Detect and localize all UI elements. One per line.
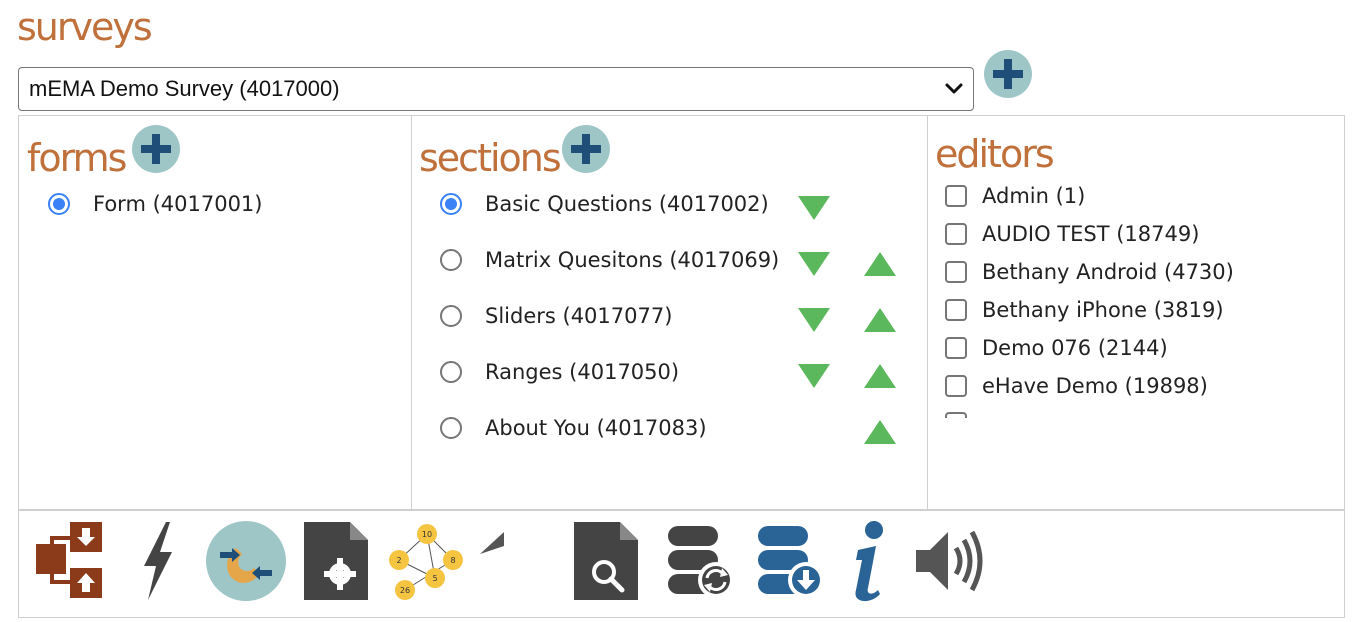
plus-icon bbox=[571, 134, 601, 164]
move-up-icon[interactable] bbox=[862, 361, 898, 391]
add-form-button[interactable] bbox=[132, 125, 180, 173]
editor-item-label: Admin (1) bbox=[982, 184, 1086, 208]
lightning-button[interactable] bbox=[120, 518, 200, 604]
section-radio[interactable] bbox=[440, 361, 462, 383]
section-radio[interactable] bbox=[440, 417, 462, 439]
editors-heading: editors bbox=[935, 132, 1055, 176]
editor-checkbox[interactable] bbox=[945, 375, 967, 397]
editor-item[interactable]: eHave Demo (19898) bbox=[945, 374, 1208, 398]
editor-checkbox[interactable] bbox=[945, 337, 967, 359]
database-sync-button[interactable] bbox=[662, 518, 742, 604]
editor-checkbox[interactable] bbox=[945, 412, 967, 418]
section-item[interactable]: Matrix Quesitons (4017069) bbox=[440, 248, 779, 272]
undo-icon bbox=[480, 532, 504, 554]
surveys-heading: surveys bbox=[17, 5, 153, 49]
move-down-icon[interactable] bbox=[796, 193, 832, 223]
document-settings-icon bbox=[304, 522, 368, 600]
move-up-icon[interactable] bbox=[862, 305, 898, 335]
editor-checkbox[interactable] bbox=[945, 223, 967, 245]
survey-select[interactable]: mEMA Demo Survey (4017000) bbox=[18, 67, 974, 111]
phone-transfer-icon bbox=[206, 521, 286, 601]
section-item-label: Matrix Quesitons (4017069) bbox=[485, 248, 780, 272]
add-section-button[interactable] bbox=[562, 125, 610, 173]
form-item[interactable]: Form (4017001) bbox=[48, 192, 263, 216]
speaker-icon bbox=[916, 530, 983, 592]
editor-item-label: AUDIO TEST (18749) bbox=[982, 222, 1200, 246]
editor-item-label: Bethany Android (4730) bbox=[982, 260, 1234, 284]
section-item[interactable]: Sliders (4017077) bbox=[440, 304, 672, 328]
speaker-button[interactable] bbox=[912, 518, 992, 604]
move-down-icon[interactable] bbox=[796, 361, 832, 391]
database-download-button[interactable] bbox=[752, 518, 832, 604]
move-down-icon[interactable] bbox=[796, 249, 832, 279]
section-item-label: Basic Questions (4017002) bbox=[485, 192, 769, 216]
plus-icon bbox=[141, 134, 171, 164]
network-label: 2 bbox=[396, 556, 401, 565]
editor-item[interactable]: Admin (1) bbox=[945, 184, 1085, 208]
editor-item-label: Demo 076 (2144) bbox=[982, 336, 1168, 360]
branching-network-icon: 10 2 8 5 26 bbox=[389, 524, 463, 600]
editor-item[interactable]: Demo 076 (2144) bbox=[945, 336, 1168, 360]
info-icon bbox=[855, 521, 883, 602]
section-item[interactable]: Ranges (4017050) bbox=[440, 360, 679, 384]
editor-item-label: eHave Demo (19898) bbox=[982, 374, 1208, 398]
database-download-icon bbox=[758, 526, 824, 598]
section-radio[interactable] bbox=[440, 249, 462, 271]
editor-item[interactable]: Bethany Android (4730) bbox=[945, 260, 1234, 284]
plus-icon bbox=[993, 59, 1023, 89]
section-item-label: Ranges (4017050) bbox=[485, 360, 680, 384]
editor-item[interactable]: AUDIO TEST (18749) bbox=[945, 222, 1199, 246]
section-item[interactable]: About You (4017083) bbox=[440, 416, 707, 440]
network-label: 5 bbox=[432, 574, 437, 583]
editors-list[interactable]: Admin (1) AUDIO TEST (18749) Bethany And… bbox=[943, 180, 1323, 418]
database-sync-icon bbox=[668, 526, 734, 598]
section-item[interactable]: Basic Questions (4017002) bbox=[440, 192, 769, 216]
document-settings-button[interactable] bbox=[300, 518, 380, 604]
section-item-label: Sliders (4017077) bbox=[485, 304, 673, 328]
undo-button[interactable] bbox=[476, 518, 556, 604]
move-down-icon[interactable] bbox=[796, 305, 832, 335]
editor-checkbox[interactable] bbox=[945, 185, 967, 207]
add-survey-button[interactable] bbox=[984, 50, 1032, 98]
chevron-down-icon bbox=[945, 83, 963, 94]
info-button[interactable] bbox=[830, 518, 910, 604]
branching-network-button[interactable]: 10 2 8 5 26 bbox=[385, 518, 465, 604]
section-radio[interactable] bbox=[440, 305, 462, 327]
form-item-label: Form (4017001) bbox=[93, 192, 263, 216]
document-search-icon bbox=[574, 522, 638, 600]
phone-transfer-button[interactable] bbox=[206, 518, 286, 604]
editor-item[interactable] bbox=[945, 412, 967, 418]
editor-checkbox[interactable] bbox=[945, 299, 967, 321]
move-up-icon[interactable] bbox=[862, 417, 898, 447]
forms-heading: forms bbox=[27, 136, 127, 180]
form-radio[interactable] bbox=[48, 193, 70, 215]
lightning-icon bbox=[144, 522, 172, 600]
import-export-button[interactable] bbox=[30, 518, 110, 604]
document-search-button[interactable] bbox=[570, 518, 650, 604]
editor-item-label: Bethany iPhone (3819) bbox=[982, 298, 1224, 322]
import-export-icon bbox=[36, 522, 102, 598]
editor-item[interactable]: Bethany iPhone (3819) bbox=[945, 298, 1224, 322]
network-label: 26 bbox=[400, 586, 410, 595]
network-label: 8 bbox=[450, 556, 455, 565]
move-up-icon[interactable] bbox=[862, 249, 898, 279]
sections-heading: sections bbox=[419, 136, 562, 180]
section-radio[interactable] bbox=[440, 193, 462, 215]
editor-checkbox[interactable] bbox=[945, 261, 967, 283]
section-item-label: About You (4017083) bbox=[485, 416, 707, 440]
survey-select-value: mEMA Demo Survey (4017000) bbox=[29, 76, 340, 101]
network-label: 10 bbox=[422, 530, 432, 539]
